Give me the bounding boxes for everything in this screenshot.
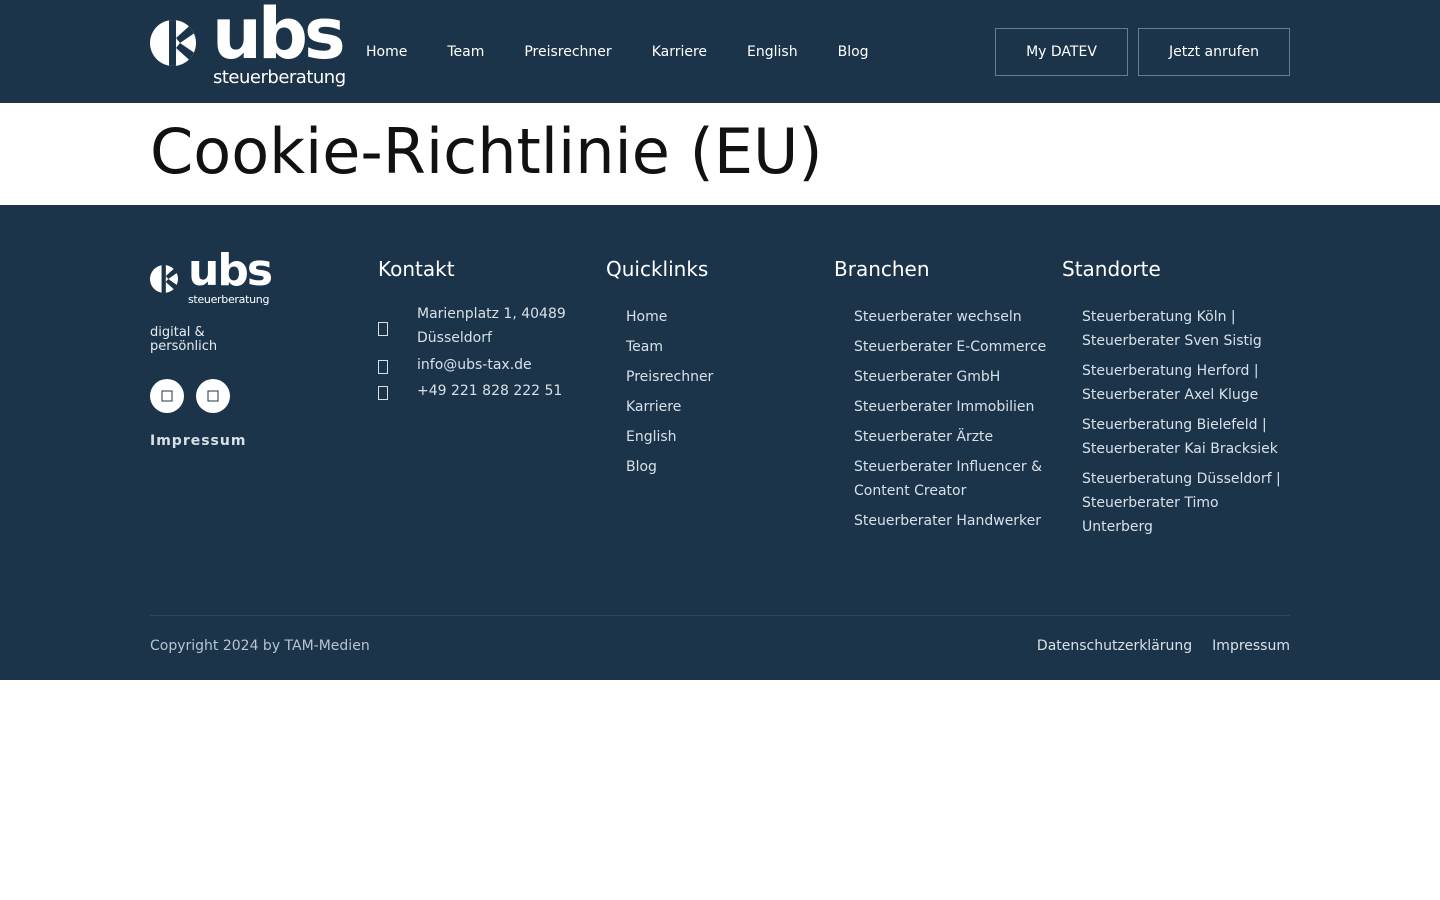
quicklink-blog[interactable]: Blog bbox=[626, 455, 816, 479]
nav-preisrechner[interactable]: Preisrechner bbox=[524, 44, 611, 60]
contact-phone-text[interactable]: +49 221 828 222 51 bbox=[417, 379, 587, 403]
call-now-button[interactable]: Jetzt anrufen bbox=[1138, 28, 1290, 76]
footer-logo[interactable]: ubs steuerberatung bbox=[150, 245, 273, 307]
standort-link[interactable]: Steuerberatung Köln | Steuerberater Sven… bbox=[1082, 305, 1282, 353]
footer-logo-wordmark: ubs bbox=[188, 245, 273, 296]
imprint-link[interactable]: Impressum bbox=[1212, 638, 1290, 654]
standort-link[interactable]: Steuerberatung Bielefeld | Steuerberater… bbox=[1082, 413, 1282, 461]
quicklinks-heading: Quicklinks bbox=[606, 257, 709, 281]
branchen-heading: Branchen bbox=[834, 257, 930, 281]
site-footer: ubs steuerberatung digital & persönlich … bbox=[0, 205, 1440, 680]
main-nav: Home Team Preisrechner Karriere English … bbox=[366, 0, 909, 103]
kontakt-heading: Kontakt bbox=[378, 257, 455, 281]
title-section: Cookie-Richtlinie (EU) bbox=[0, 103, 1440, 205]
nav-karriere[interactable]: Karriere bbox=[652, 44, 707, 60]
copyright-text: Copyright 2024 by TAM-Medien bbox=[150, 638, 370, 654]
standorte-heading: Standorte bbox=[1062, 257, 1161, 281]
nav-home[interactable]: Home bbox=[366, 44, 407, 60]
social-icon-facebook[interactable] bbox=[150, 379, 184, 413]
standort-link[interactable]: Steuerberatung Herford | Steuerberater A… bbox=[1082, 359, 1282, 407]
footer-tagline: digital & persönlich bbox=[150, 325, 218, 354]
footer-impressum-link[interactable]: Impressum bbox=[150, 433, 246, 449]
nav-team[interactable]: Team bbox=[447, 44, 484, 60]
quicklinks-list: Home Team Preisrechner Karriere English … bbox=[626, 305, 816, 485]
email-icon bbox=[378, 358, 390, 374]
quicklink-preisrechner[interactable]: Preisrechner bbox=[626, 365, 816, 389]
privacy-link[interactable]: Datenschutzerklärung bbox=[1037, 638, 1192, 654]
page-title: Cookie-Richtlinie (EU) bbox=[150, 115, 823, 188]
phone-icon bbox=[378, 384, 390, 400]
ubs-logo[interactable]: ubs steuerberatung bbox=[150, 0, 350, 92]
nav-english[interactable]: English bbox=[747, 44, 798, 60]
location-icon bbox=[378, 320, 390, 336]
footer-logo-subtitle: steuerberatung bbox=[188, 293, 270, 306]
social-icon-instagram[interactable] bbox=[196, 379, 230, 413]
quicklink-karriere[interactable]: Karriere bbox=[626, 395, 816, 419]
my-datev-button[interactable]: My DATEV bbox=[995, 28, 1128, 76]
quicklink-team[interactable]: Team bbox=[626, 335, 816, 359]
nav-blog[interactable]: Blog bbox=[838, 44, 869, 60]
standort-link[interactable]: Steuerberatung Düsseldorf | Steuerberate… bbox=[1082, 467, 1282, 539]
footer-bottom-links: Datenschutzerklärung Impressum bbox=[1017, 638, 1290, 654]
branche-link[interactable]: Steuerberater Handwerker bbox=[854, 509, 1050, 533]
standorte-list: Steuerberatung Köln | Steuerberater Sven… bbox=[1082, 305, 1282, 545]
footer-divider bbox=[150, 615, 1290, 616]
logo-subtitle: steuerberatung bbox=[213, 67, 346, 88]
contact-email-text[interactable]: info@ubs-tax.de bbox=[417, 353, 587, 377]
footer-logo-mark-icon bbox=[150, 265, 178, 293]
branche-link[interactable]: Steuerberater Ärzte bbox=[854, 425, 1050, 449]
branchen-list: Steuerberater wechseln Steuerberater E-C… bbox=[854, 305, 1050, 539]
branche-link[interactable]: Steuerberater GmbH bbox=[854, 365, 1050, 389]
branche-link[interactable]: Steuerberater Influencer & Content Creat… bbox=[854, 455, 1050, 503]
branche-link[interactable]: Steuerberater E-Commerce bbox=[854, 335, 1050, 359]
branche-link[interactable]: Steuerberater wechseln bbox=[854, 305, 1050, 329]
quicklink-english[interactable]: English bbox=[626, 425, 816, 449]
quicklink-home[interactable]: Home bbox=[626, 305, 816, 329]
branche-link[interactable]: Steuerberater Immobilien bbox=[854, 395, 1050, 419]
logo-mark-icon bbox=[150, 20, 196, 66]
site-header: ubs steuerberatung Home Team Preisrechne… bbox=[0, 0, 1440, 103]
contact-address-text: Marienplatz 1, 40489 Düsseldorf bbox=[417, 306, 566, 346]
